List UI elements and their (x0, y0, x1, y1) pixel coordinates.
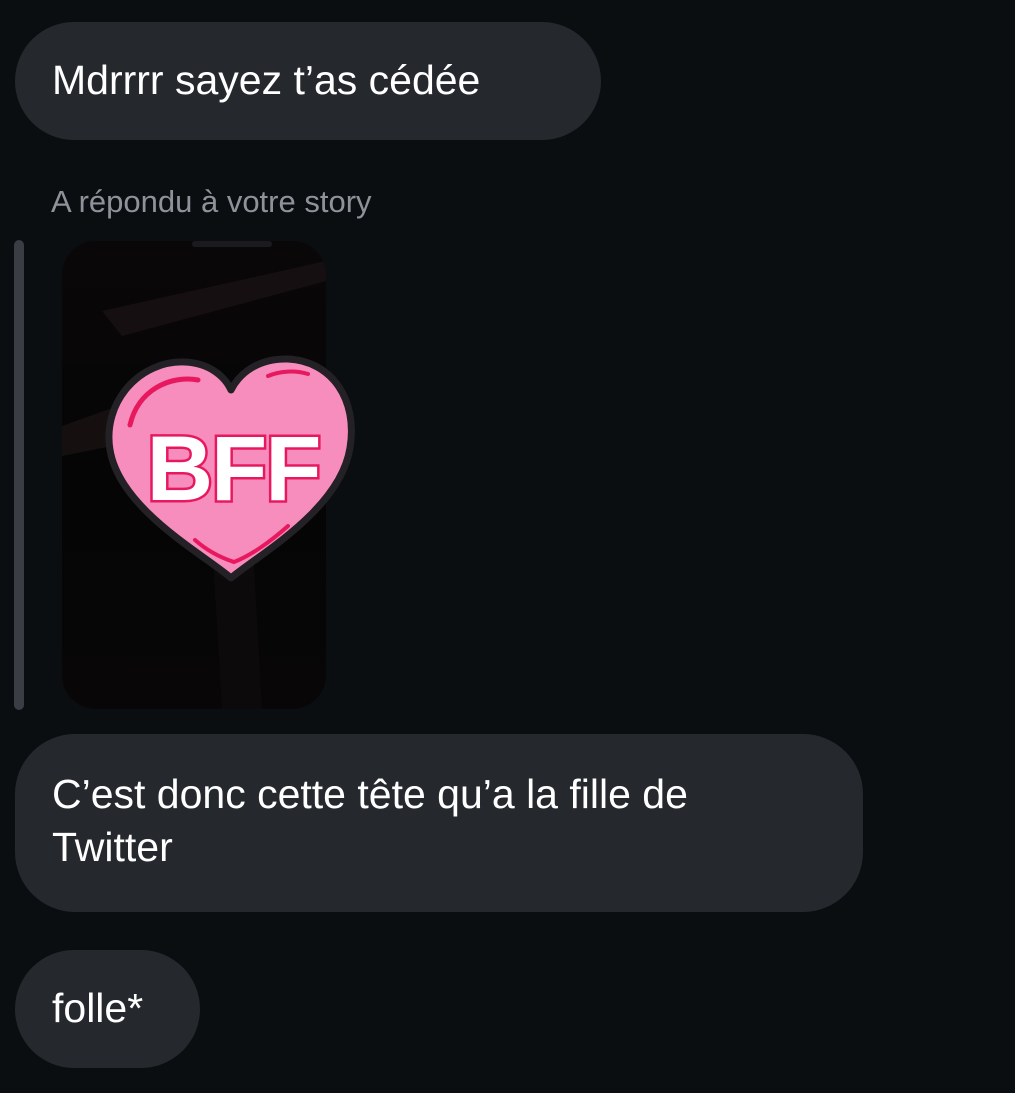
message-text: Mdrrrr sayez t’as cédée (52, 57, 481, 103)
message-text: folle* (52, 985, 144, 1031)
heart-icon: BFF (105, 355, 355, 582)
bff-sticker-label: BFF (147, 418, 320, 520)
story-reply-caption: A répondu à votre story (51, 184, 372, 219)
bff-heart-sticker: BFF (100, 350, 362, 586)
received-message-bubble[interactable]: C’est donc cette tête qu’a la fille de T… (15, 734, 863, 912)
received-message-bubble[interactable]: Mdrrrr sayez t’as cédée (15, 22, 601, 140)
received-message-bubble[interactable]: folle* (15, 950, 200, 1068)
message-text-line: Twitter (52, 824, 173, 870)
message-text-line: C’est donc cette tête qu’a la fille de (52, 771, 688, 817)
reply-indicator-bar (14, 240, 24, 710)
